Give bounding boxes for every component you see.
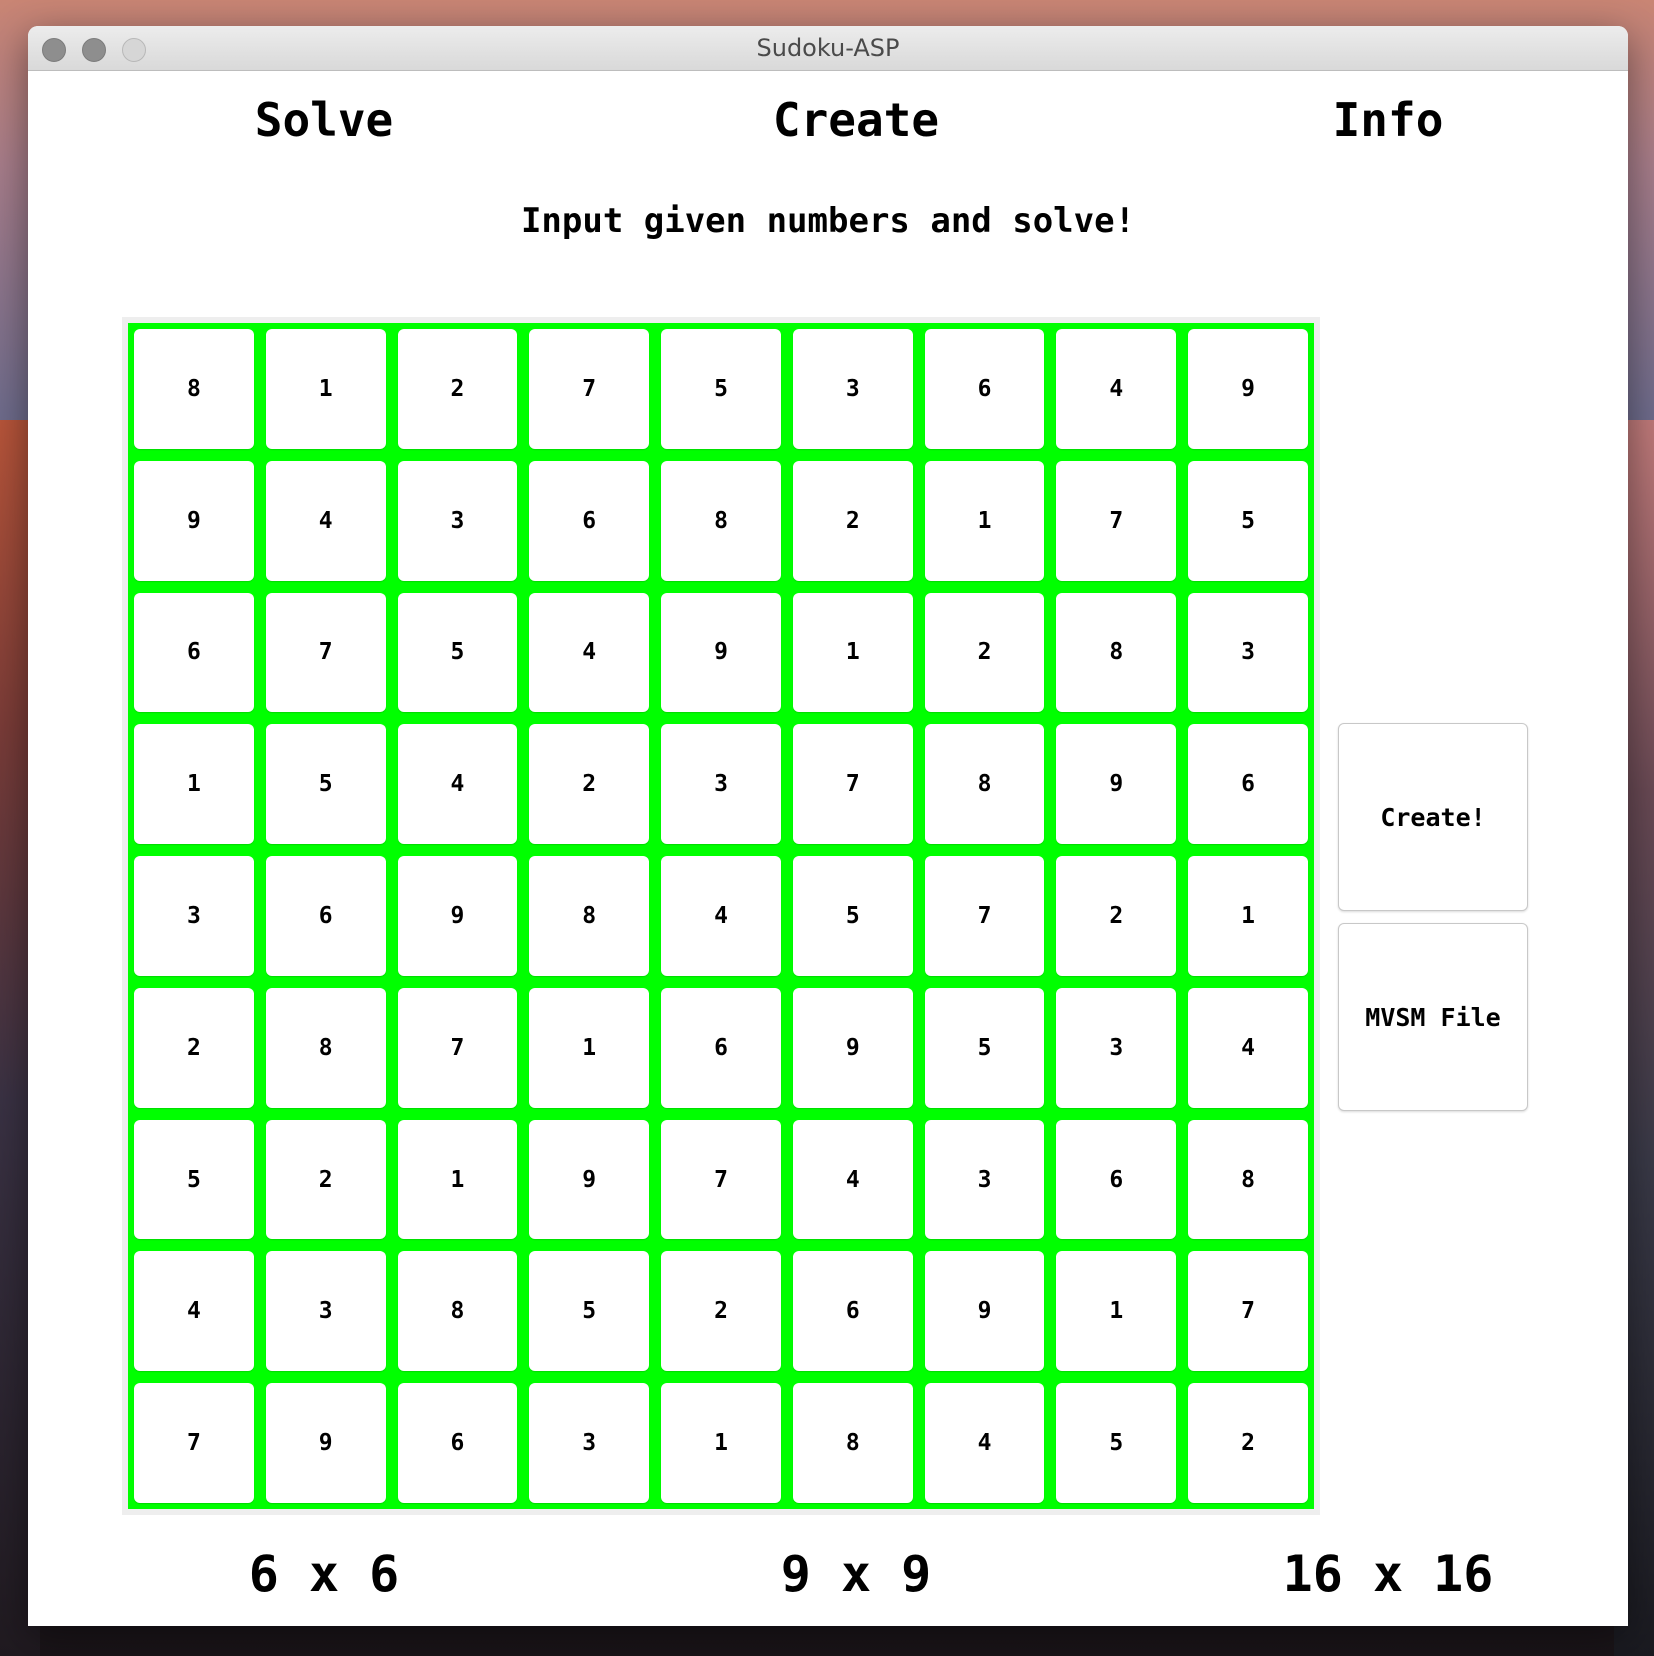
sudoku-cell[interactable]: 5 <box>134 1119 254 1240</box>
create-button[interactable]: Create! <box>1338 723 1528 911</box>
sudoku-cell[interactable]: 3 <box>924 1119 1045 1240</box>
mvsm-file-button[interactable]: MVSM File <box>1338 923 1528 1111</box>
sudoku-cell[interactable]: 7 <box>397 987 518 1108</box>
sudoku-cell[interactable]: 9 <box>661 592 781 713</box>
sudoku-cell[interactable]: 9 <box>529 1119 650 1240</box>
size-16x16-option[interactable]: 16 x 16 <box>1188 1545 1588 1603</box>
window-title: Sudoku-ASP <box>756 34 900 62</box>
sudoku-cell[interactable]: 2 <box>529 724 650 845</box>
sudoku-cell[interactable]: 5 <box>529 1251 650 1372</box>
sudoku-cell[interactable]: 7 <box>134 1383 254 1503</box>
sudoku-cell[interactable]: 1 <box>265 329 386 449</box>
size-6x6-option[interactable]: 6 x 6 <box>124 1545 524 1603</box>
sudoku-cell[interactable]: 4 <box>924 1383 1045 1503</box>
sudoku-cell[interactable]: 5 <box>661 329 781 449</box>
sudoku-cell[interactable]: 7 <box>924 856 1045 976</box>
sudoku-cell[interactable]: 5 <box>924 987 1045 1108</box>
sudoku-cell[interactable]: 7 <box>661 1119 781 1240</box>
sudoku-cell[interactable]: 8 <box>397 1251 518 1372</box>
tab-solve[interactable]: Solve <box>124 93 524 147</box>
sudoku-cell[interactable]: 7 <box>265 592 386 713</box>
main-content: Solve Create Info Input given numbers an… <box>28 71 1628 1626</box>
sudoku-cell[interactable]: 2 <box>134 987 254 1108</box>
sudoku-cell[interactable]: 5 <box>792 856 913 976</box>
sudoku-cell[interactable]: 6 <box>134 592 254 713</box>
size-9x9-option[interactable]: 9 x 9 <box>656 1545 1056 1603</box>
sudoku-cell[interactable]: 4 <box>134 1251 254 1372</box>
sudoku-cell[interactable]: 3 <box>265 1251 386 1372</box>
sudoku-cell[interactable]: 9 <box>924 1251 1045 1372</box>
sudoku-cell[interactable]: 2 <box>924 592 1045 713</box>
sudoku-cell[interactable]: 4 <box>529 592 650 713</box>
instruction-text: Input given numbers and solve! <box>520 201 1136 241</box>
sudoku-cell[interactable]: 8 <box>1056 592 1177 713</box>
sudoku-cell[interactable]: 6 <box>1056 1119 1177 1240</box>
sudoku-cell[interactable]: 5 <box>397 592 518 713</box>
sudoku-board-frame: 8127536499436821756754912831542378963698… <box>122 317 1320 1515</box>
sudoku-cell[interactable]: 2 <box>661 1251 781 1372</box>
sudoku-cell[interactable]: 6 <box>397 1383 518 1503</box>
sudoku-cell[interactable]: 4 <box>792 1119 913 1240</box>
sudoku-cell[interactable]: 1 <box>397 1119 518 1240</box>
sudoku-cell[interactable]: 2 <box>1188 1383 1308 1503</box>
sudoku-cell[interactable]: 7 <box>529 329 650 449</box>
sudoku-cell[interactable]: 5 <box>1188 460 1308 581</box>
tab-create[interactable]: Create <box>656 93 1056 147</box>
sudoku-cell[interactable]: 3 <box>1056 987 1177 1108</box>
sudoku-cell[interactable]: 9 <box>792 987 913 1108</box>
sudoku-cell[interactable]: 4 <box>1188 987 1308 1108</box>
sudoku-cell[interactable]: 4 <box>265 460 386 581</box>
sudoku-cell[interactable]: 2 <box>397 329 518 449</box>
sudoku-cell[interactable]: 1 <box>924 460 1045 581</box>
sudoku-cell[interactable]: 5 <box>265 724 386 845</box>
sudoku-cell[interactable]: 3 <box>661 724 781 845</box>
sudoku-cell[interactable]: 2 <box>792 460 913 581</box>
sudoku-cell[interactable]: 7 <box>1056 460 1177 581</box>
sudoku-cell[interactable]: 5 <box>1056 1383 1177 1503</box>
sudoku-cell[interactable]: 8 <box>1188 1119 1308 1240</box>
sudoku-cell[interactable]: 8 <box>265 987 386 1108</box>
sudoku-cell[interactable]: 9 <box>1188 329 1308 449</box>
app-window: Sudoku-ASP Solve Create Info Input given… <box>28 26 1628 1626</box>
sudoku-cell[interactable]: 1 <box>529 987 650 1108</box>
sudoku-cell[interactable]: 6 <box>924 329 1045 449</box>
sudoku-cell[interactable]: 7 <box>792 724 913 845</box>
sudoku-cell[interactable]: 3 <box>529 1383 650 1503</box>
sudoku-cell[interactable]: 1 <box>134 724 254 845</box>
sudoku-cell[interactable]: 2 <box>265 1119 386 1240</box>
sudoku-cell[interactable]: 6 <box>661 987 781 1108</box>
sudoku-cell[interactable]: 3 <box>792 329 913 449</box>
sudoku-cell[interactable]: 6 <box>529 460 650 581</box>
sudoku-cell[interactable]: 9 <box>134 460 254 581</box>
sudoku-cell[interactable]: 2 <box>1056 856 1177 976</box>
sudoku-cell[interactable]: 3 <box>1188 592 1308 713</box>
sudoku-cell[interactable]: 3 <box>134 856 254 976</box>
sudoku-cell[interactable]: 9 <box>397 856 518 976</box>
sudoku-cell[interactable]: 4 <box>1056 329 1177 449</box>
sudoku-cell[interactable]: 1 <box>792 592 913 713</box>
sudoku-cell[interactable]: 8 <box>661 460 781 581</box>
sudoku-cell[interactable]: 6 <box>792 1251 913 1372</box>
sudoku-cell[interactable]: 8 <box>924 724 1045 845</box>
sudoku-board: 8127536499436821756754912831542378963698… <box>128 323 1314 1509</box>
sudoku-cell[interactable]: 3 <box>397 460 518 581</box>
title-bar[interactable]: Sudoku-ASP <box>28 26 1628 71</box>
sudoku-cell[interactable]: 6 <box>265 856 386 976</box>
sudoku-cell[interactable]: 4 <box>397 724 518 845</box>
sudoku-cell[interactable]: 8 <box>134 329 254 449</box>
tab-info[interactable]: Info <box>1188 93 1588 147</box>
sudoku-cell[interactable]: 1 <box>661 1383 781 1503</box>
sudoku-cell[interactable]: 1 <box>1188 856 1308 976</box>
sudoku-cell[interactable]: 8 <box>529 856 650 976</box>
sudoku-cell[interactable]: 4 <box>661 856 781 976</box>
sudoku-cell[interactable]: 7 <box>1188 1251 1308 1372</box>
sudoku-cell[interactable]: 9 <box>1056 724 1177 845</box>
sudoku-cell[interactable]: 8 <box>792 1383 913 1503</box>
sudoku-cell[interactable]: 9 <box>265 1383 386 1503</box>
sudoku-cell[interactable]: 6 <box>1188 724 1308 845</box>
sudoku-cell[interactable]: 1 <box>1056 1251 1177 1372</box>
